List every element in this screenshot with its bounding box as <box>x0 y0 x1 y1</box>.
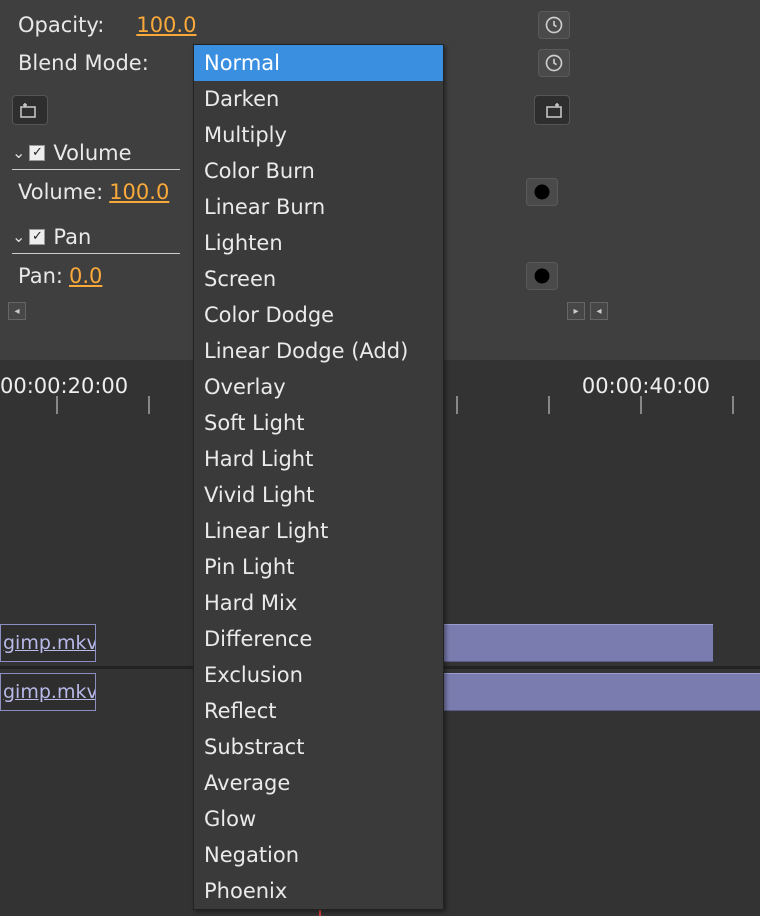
clip-1-name: gimp.mkv <box>1 625 95 661</box>
opacity-label: Opacity: <box>18 13 104 37</box>
scroll-left-button[interactable]: ◂ <box>8 302 26 320</box>
volume-value[interactable]: 100.0 <box>109 180 169 204</box>
clip-2[interactable]: gimp.mkv <box>0 673 96 711</box>
blend-option-lighten[interactable]: Lighten <box>194 225 443 261</box>
blend-option-substract[interactable]: Substract <box>194 729 443 765</box>
blend-option-average[interactable]: Average <box>194 765 443 801</box>
clock-icon <box>544 53 564 73</box>
blend-option-glow[interactable]: Glow <box>194 801 443 837</box>
blend-option-color-burn[interactable]: Color Burn <box>194 153 443 189</box>
chevron-down-icon[interactable]: ⌄ <box>12 143 25 162</box>
blend-option-pin-light[interactable]: Pin Light <box>194 549 443 585</box>
clip-1[interactable]: gimp.mkv <box>0 624 96 662</box>
pan-title: Pan <box>53 225 91 249</box>
timecode-right: 00:00:40:00 <box>582 374 710 398</box>
clip-1-tail[interactable] <box>443 624 713 662</box>
add-layer-in-button[interactable] <box>12 95 48 125</box>
layer-in-icon <box>19 101 41 119</box>
blend-option-linear-burn[interactable]: Linear Burn <box>194 189 443 225</box>
pan-keyframe-button[interactable] <box>526 262 558 290</box>
blend-option-soft-light[interactable]: Soft Light <box>194 405 443 441</box>
blend-option-overlay[interactable]: Overlay <box>194 369 443 405</box>
blend-option-darken[interactable]: Darken <box>194 81 443 117</box>
timecode-left: 00:00:20:00 <box>0 374 128 398</box>
blend-option-screen[interactable]: Screen <box>194 261 443 297</box>
clock-icon <box>532 266 552 286</box>
blend-option-phoenix[interactable]: Phoenix <box>194 873 443 909</box>
blend-option-hard-light[interactable]: Hard Light <box>194 441 443 477</box>
clock-icon <box>532 182 552 202</box>
volume-checkbox[interactable]: ✓ <box>29 145 45 161</box>
scroll-left-button-2[interactable]: ◂ <box>590 302 608 320</box>
blend-option-vivid-light[interactable]: Vivid Light <box>194 477 443 513</box>
opacity-row: Opacity: 100.0 <box>0 6 760 44</box>
clock-icon <box>544 15 564 35</box>
blend-option-reflect[interactable]: Reflect <box>194 693 443 729</box>
volume-label: Volume: <box>18 180 103 204</box>
volume-title: Volume <box>53 141 131 165</box>
pan-value[interactable]: 0.0 <box>69 264 102 288</box>
blend-option-multiply[interactable]: Multiply <box>194 117 443 153</box>
layer-out-icon <box>541 101 563 119</box>
blend-mode-keyframe-button[interactable] <box>538 49 570 77</box>
pan-label: Pan: <box>18 264 63 288</box>
blend-option-color-dodge[interactable]: Color Dodge <box>194 297 443 333</box>
volume-section-header[interactable]: ⌄ ✓ Volume <box>12 136 180 170</box>
scroll-right-button[interactable]: ▸ <box>567 302 585 320</box>
blend-option-normal[interactable]: Normal <box>194 45 443 81</box>
blend-option-linear-dodge-add-[interactable]: Linear Dodge (Add) <box>194 333 443 369</box>
opacity-value[interactable]: 100.0 <box>136 13 196 37</box>
pan-section-header[interactable]: ⌄ ✓ Pan <box>12 220 180 254</box>
blend-option-linear-light[interactable]: Linear Light <box>194 513 443 549</box>
clip-2-tail[interactable] <box>443 673 760 711</box>
chevron-down-icon[interactable]: ⌄ <box>12 227 25 246</box>
blend-mode-dropdown[interactable]: NormalDarkenMultiplyColor BurnLinear Bur… <box>193 44 444 910</box>
blend-option-exclusion[interactable]: Exclusion <box>194 657 443 693</box>
volume-keyframe-button[interactable] <box>526 178 558 206</box>
blend-option-difference[interactable]: Difference <box>194 621 443 657</box>
pan-checkbox[interactable]: ✓ <box>29 229 45 245</box>
blend-mode-label: Blend Mode: <box>18 51 149 75</box>
blend-option-negation[interactable]: Negation <box>194 837 443 873</box>
clip-2-name: gimp.mkv <box>1 674 95 710</box>
add-layer-out-button[interactable] <box>534 95 570 125</box>
blend-option-hard-mix[interactable]: Hard Mix <box>194 585 443 621</box>
opacity-keyframe-button[interactable] <box>538 11 570 39</box>
